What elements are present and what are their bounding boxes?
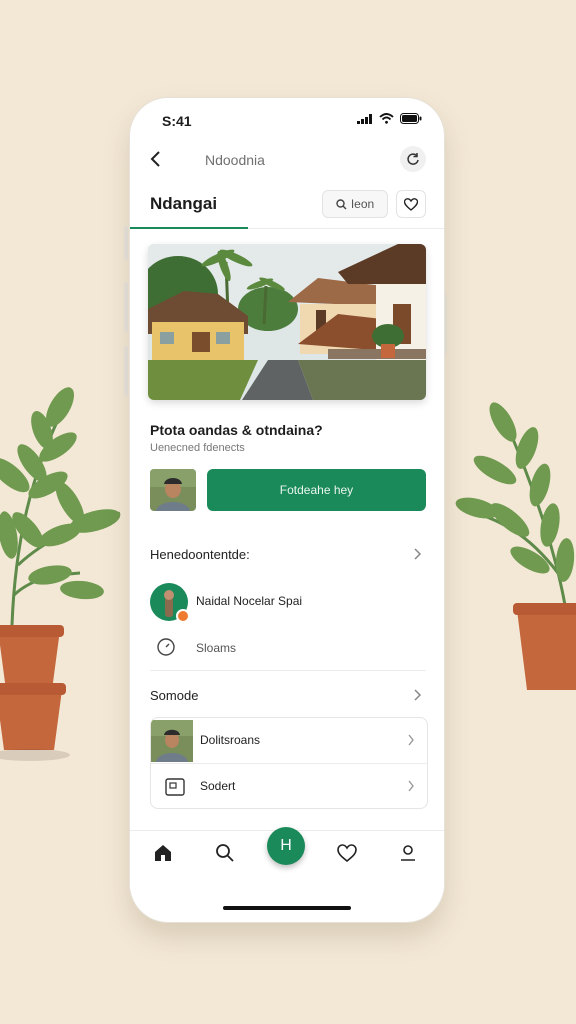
profile-icon (401, 845, 415, 861)
village-street-photo[interactable] (148, 244, 426, 400)
navigation-bar: Ndoodnia (130, 146, 444, 174)
divider (150, 670, 426, 671)
status-bar: S:41 (130, 98, 444, 138)
phone-side-button (124, 226, 128, 260)
person-name: Naidal Nocelar Spai (196, 594, 303, 608)
app-header: Ndangai Ieon (130, 186, 444, 229)
potted-plant-right (455, 402, 576, 690)
status-dot (176, 609, 190, 623)
person-row[interactable]: Naidal Nocelar Spai (150, 583, 426, 623)
tab-search[interactable] (213, 841, 237, 865)
search-button-label: Ieon (350, 197, 375, 211)
document-icon (165, 778, 185, 796)
refresh-button[interactable] (400, 146, 426, 172)
tab-home[interactable] (151, 841, 175, 865)
search-icon (216, 844, 234, 862)
wifi-icon (379, 113, 394, 124)
signal-icon (357, 113, 372, 124)
clock-icon (157, 638, 175, 656)
tab-favorites[interactable] (335, 841, 359, 865)
status-label: Sloams (196, 641, 237, 655)
section-heading: Somode (150, 688, 199, 703)
phone-screen: S:41 Ndoodnia Ndangai Ieon Ptota oandas … (130, 98, 444, 922)
heart-icon (404, 197, 418, 211)
chevron-right-icon (408, 734, 414, 746)
home-indicator (223, 906, 351, 910)
person-photo-thumbnail (150, 469, 196, 511)
bottom-tab-bar: H (130, 827, 444, 891)
status-row[interactable]: Sloams (150, 636, 426, 660)
person-photo-thumbnail (151, 720, 193, 762)
content-title: Ptota oandas & otndaina? (150, 422, 323, 438)
status-time: S:41 (162, 113, 192, 129)
potted-plant-left (0, 387, 121, 761)
create-fab-button[interactable]: H (267, 827, 305, 865)
favorite-button[interactable] (396, 190, 426, 218)
chevron-right-icon[interactable] (412, 688, 422, 702)
list-item-label: Sodert (200, 779, 236, 793)
tab-profile[interactable] (396, 841, 420, 865)
chevron-right-icon[interactable] (412, 547, 422, 561)
back-chevron-icon[interactable] (146, 148, 168, 170)
heart-icon (337, 844, 357, 862)
battery-icon (400, 113, 422, 124)
brand-title: Ndangai (150, 194, 218, 213)
phone-side-button (124, 346, 128, 396)
home-icon (155, 845, 171, 861)
refresh-icon (407, 153, 419, 165)
list-item[interactable]: Sodert (151, 763, 427, 808)
primary-action-button[interactable]: Fotdeahe hey (207, 469, 426, 511)
search-icon (336, 198, 347, 209)
content-subtitle: Uenecned fdenects (150, 442, 245, 454)
search-button[interactable]: Ieon (322, 190, 388, 218)
card-list: Dolitsroans Sodert (150, 717, 428, 809)
phone-side-button (124, 282, 128, 332)
list-item-label: Dolitsroans (200, 733, 261, 747)
list-item[interactable]: Dolitsroans (151, 718, 427, 763)
active-tab-indicator (130, 227, 248, 229)
section-heading: Henedoontentde: (150, 547, 250, 562)
nav-title: Ndoodnia (205, 152, 265, 168)
chevron-right-icon (408, 780, 414, 792)
